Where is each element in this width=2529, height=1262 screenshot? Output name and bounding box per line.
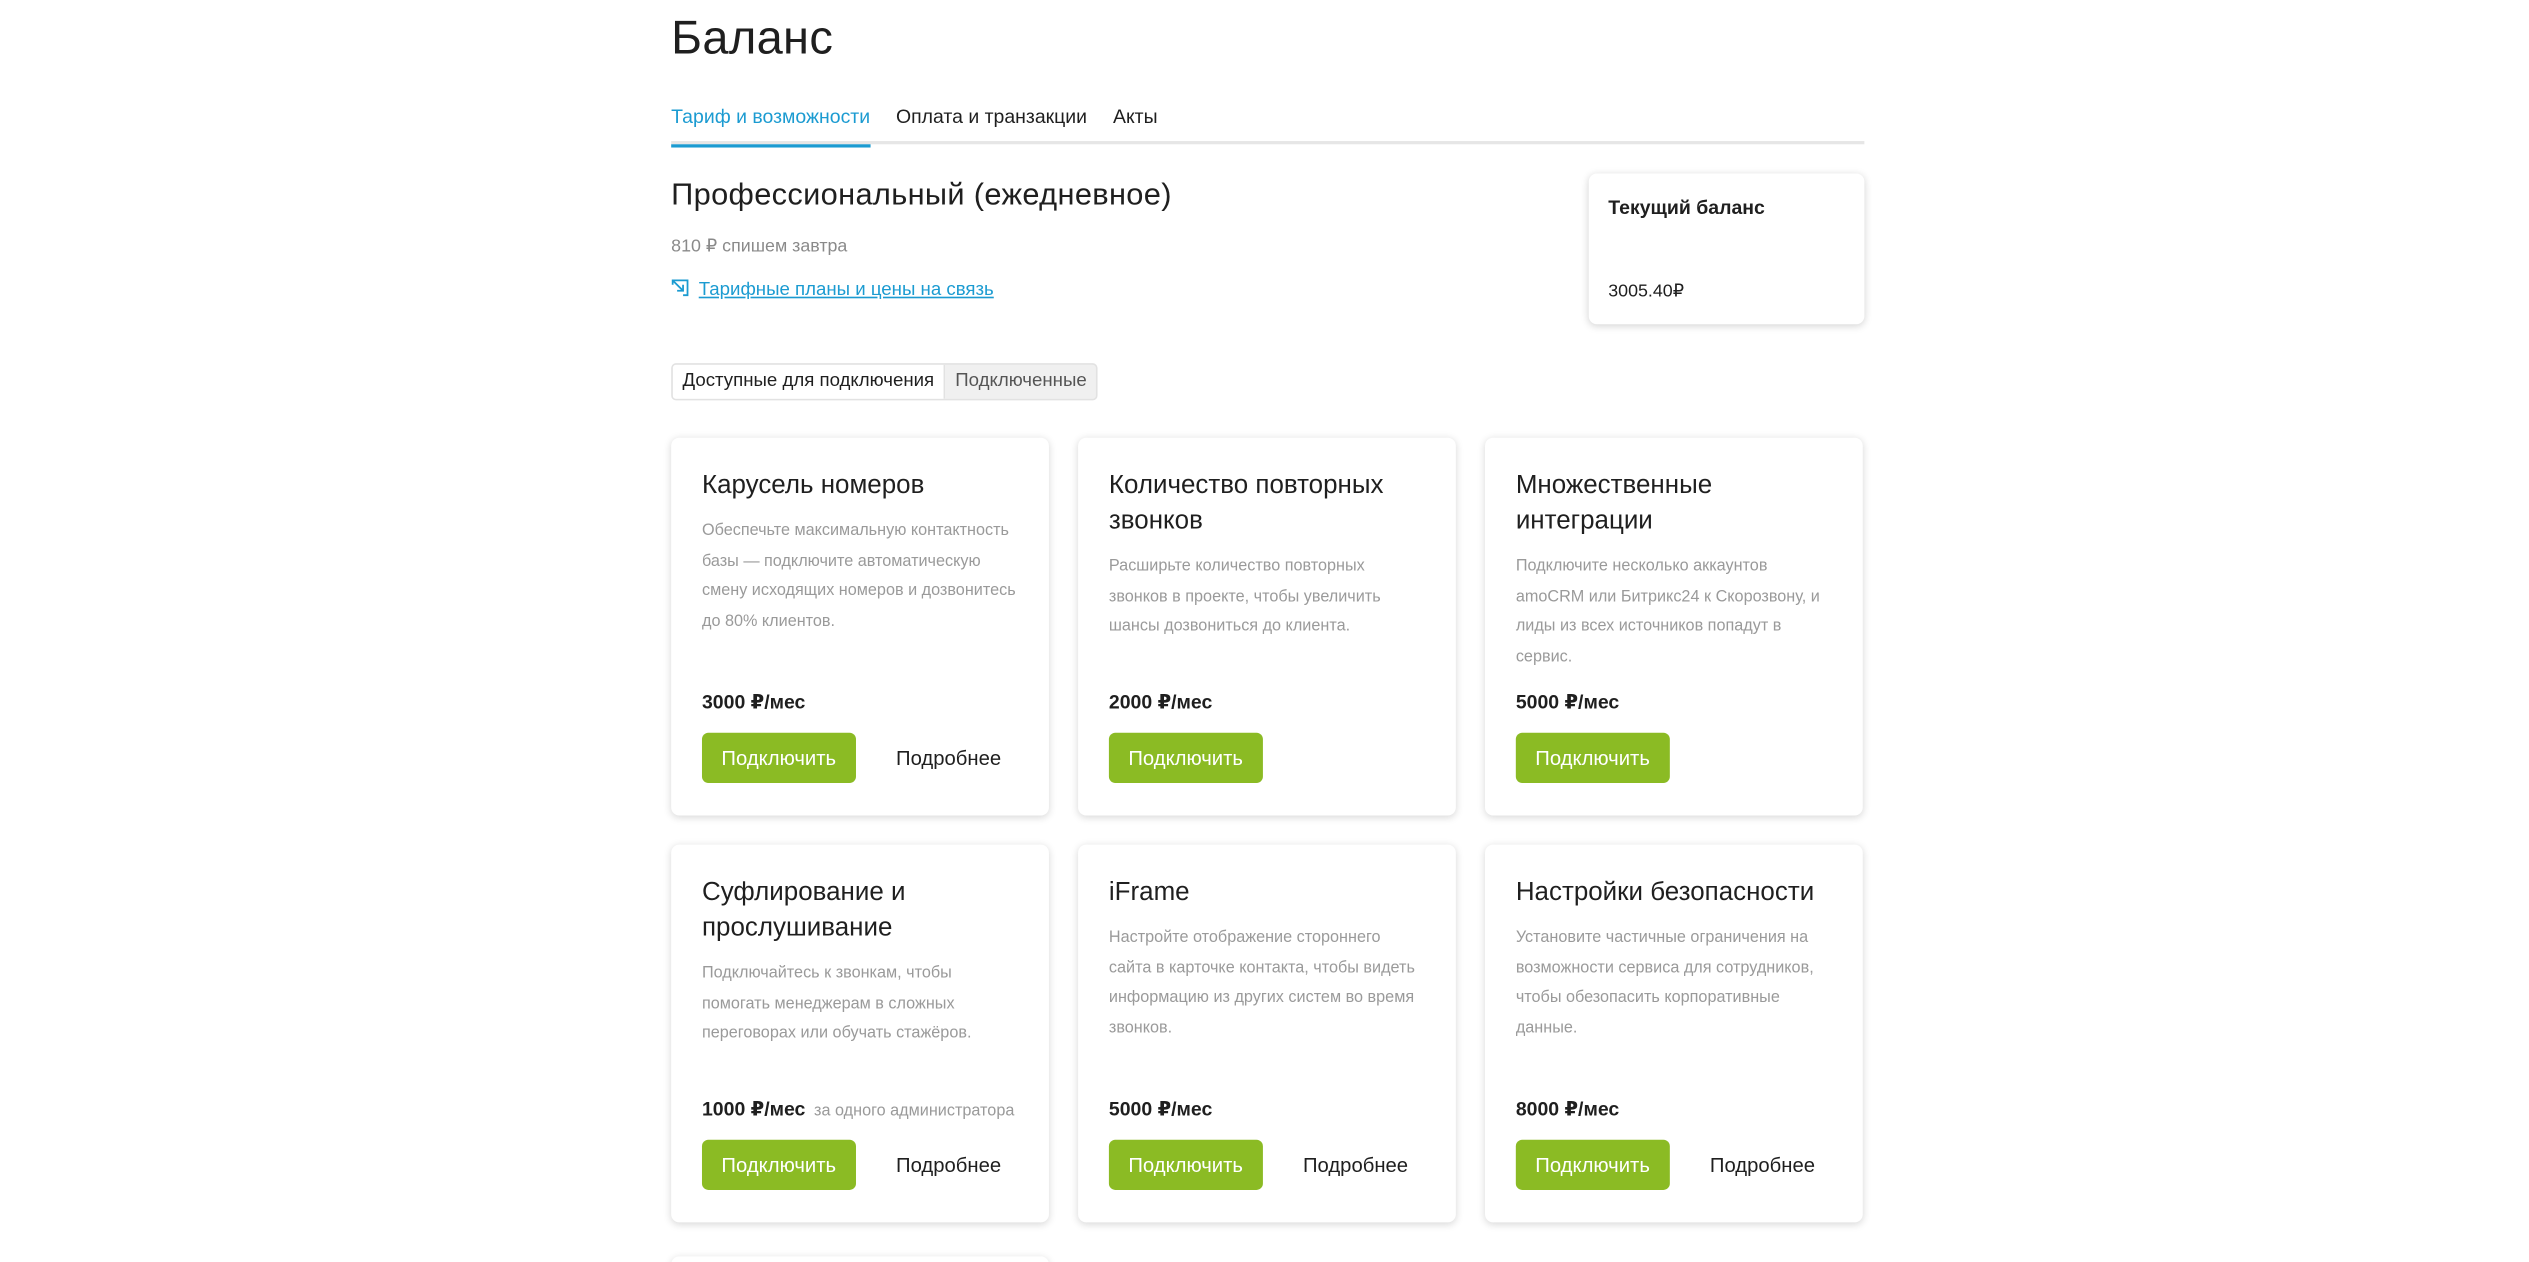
feature-price-value: 5000 ₽/мес: [1515, 690, 1620, 714]
plan-charge-note: 810 ₽ спишем завтра: [671, 236, 848, 257]
feature-price-note: за одного администратора: [814, 1102, 1015, 1121]
feature-actions: Подключить Подробнее: [1108, 1139, 1408, 1190]
tariff-plans-link-label[interactable]: Тарифные планы и цены на связь: [699, 280, 994, 299]
feature-price-value: 8000 ₽/мес: [1515, 1097, 1620, 1121]
tariff-plans-link[interactable]: Тарифные планы и цены на связь: [671, 279, 994, 302]
feature-price: 8000 ₽/мес: [1516, 1098, 1619, 1121]
feature-actions: Подключить Подробнее: [701, 732, 1001, 784]
feature-description: Подключите несколько аккаунтов amoCRM ил…: [1515, 557, 1820, 666]
more-button[interactable]: Подробнее: [1303, 1153, 1408, 1176]
balance-value: 3005.40₽: [1608, 282, 1685, 302]
feature-price-value: 3000 ₽/мес: [701, 690, 806, 714]
feature-title: Множественные интеграции: [1515, 471, 1713, 535]
feature-card-partial: [671, 1256, 1049, 1262]
feature-actions: Подключить: [1108, 732, 1263, 784]
connect-button[interactable]: Подключить: [701, 1139, 856, 1190]
connect-button[interactable]: Подключить: [1108, 1139, 1263, 1190]
connect-button[interactable]: Подключить: [1515, 1139, 1670, 1190]
feature-card: Количество повторных звонков Расширьте к…: [1078, 437, 1456, 816]
connect-button[interactable]: Подключить: [701, 732, 856, 784]
feature-price: 2000 ₽/мес: [1109, 691, 1212, 714]
feature-price: 5000 ₽/мес: [1109, 1098, 1212, 1121]
feature-actions: Подключить Подробнее: [701, 1139, 1001, 1190]
viewport: Баланс Тариф и возможности Оплата и тран…: [0, 0, 2529, 1262]
feature-description: Расширьте количество повторных звонков в…: [1108, 557, 1381, 636]
tab-acts[interactable]: Акты: [1113, 99, 1158, 144]
feature-title: iFrame: [1108, 878, 1190, 907]
feature-actions: Подключить: [1515, 732, 1670, 784]
feature-title: Количество повторных звонков: [1108, 471, 1384, 535]
feature-price: 3000 ₽/мес: [702, 691, 805, 714]
connect-button[interactable]: Подключить: [1108, 732, 1263, 784]
feature-price-value: 1000 ₽/мес: [701, 1097, 806, 1121]
features-grid: Карусель номеров Обеспечьте максимальную…: [671, 437, 1864, 1223]
feature-card: iFrame Настройте отображение стороннего …: [1078, 844, 1456, 1223]
plan-name: Профессиональный (ежедневное): [671, 178, 1172, 213]
filter-connected[interactable]: Подключенные: [945, 365, 1096, 399]
feature-price-value: 2000 ₽/мес: [1108, 690, 1213, 714]
feature-price: 1000 ₽/мес за одного администратора: [702, 1098, 1014, 1121]
feature-description: Подключайтесь к звонкам, чтобы помогать …: [701, 964, 972, 1043]
feature-card: Суфлирование и прослушивание Подключайте…: [671, 844, 1049, 1223]
feature-description: Обеспечьте максимальную контактность баз…: [701, 522, 1016, 630]
balance-page: Баланс Тариф и возможности Оплата и тран…: [671, 0, 1865, 1262]
connect-button[interactable]: Подключить: [1515, 732, 1670, 784]
feature-card: Карусель номеров Обеспечьте максимальную…: [671, 437, 1049, 816]
feature-title: Суфлирование и прослушивание: [701, 878, 906, 942]
tab-payments[interactable]: Оплата и транзакции: [896, 99, 1087, 144]
feature-card: Множественные интеграции Подключите неск…: [1485, 437, 1863, 816]
feature-card: Настройки безопасности Установите частич…: [1485, 844, 1863, 1223]
balance-label: Текущий баланс: [1608, 196, 1765, 219]
feature-price-value: 5000 ₽/мес: [1108, 1097, 1213, 1121]
tab-tariff[interactable]: Тариф и возможности: [671, 99, 870, 148]
more-button[interactable]: Подробнее: [1710, 1153, 1815, 1176]
tab-bar: Тариф и возможности Оплата и транзакции …: [671, 99, 1865, 148]
more-button[interactable]: Подробнее: [896, 747, 1001, 770]
external-link-icon: [671, 279, 689, 302]
more-button[interactable]: Подробнее: [896, 1153, 1001, 1176]
page-title: Баланс: [671, 12, 834, 65]
feature-title: Карусель номеров: [701, 471, 925, 500]
balance-card: Текущий баланс 3005.40₽: [1588, 173, 1865, 325]
feature-price: 5000 ₽/мес: [1516, 691, 1619, 714]
feature-actions: Подключить Подробнее: [1515, 1139, 1815, 1190]
feature-description: Установите частичные ограничения на возм…: [1515, 928, 1814, 1037]
connection-filter: Доступные для подключения Подключенные: [671, 363, 1099, 401]
feature-description: Настройте отображение стороннего сайта в…: [1108, 928, 1415, 1037]
feature-title: Настройки безопасности: [1515, 878, 1815, 907]
filter-available[interactable]: Доступные для подключения: [672, 364, 946, 399]
plan-section: Профессиональный (ежедневное) 810 ₽ спиш…: [671, 144, 1865, 363]
